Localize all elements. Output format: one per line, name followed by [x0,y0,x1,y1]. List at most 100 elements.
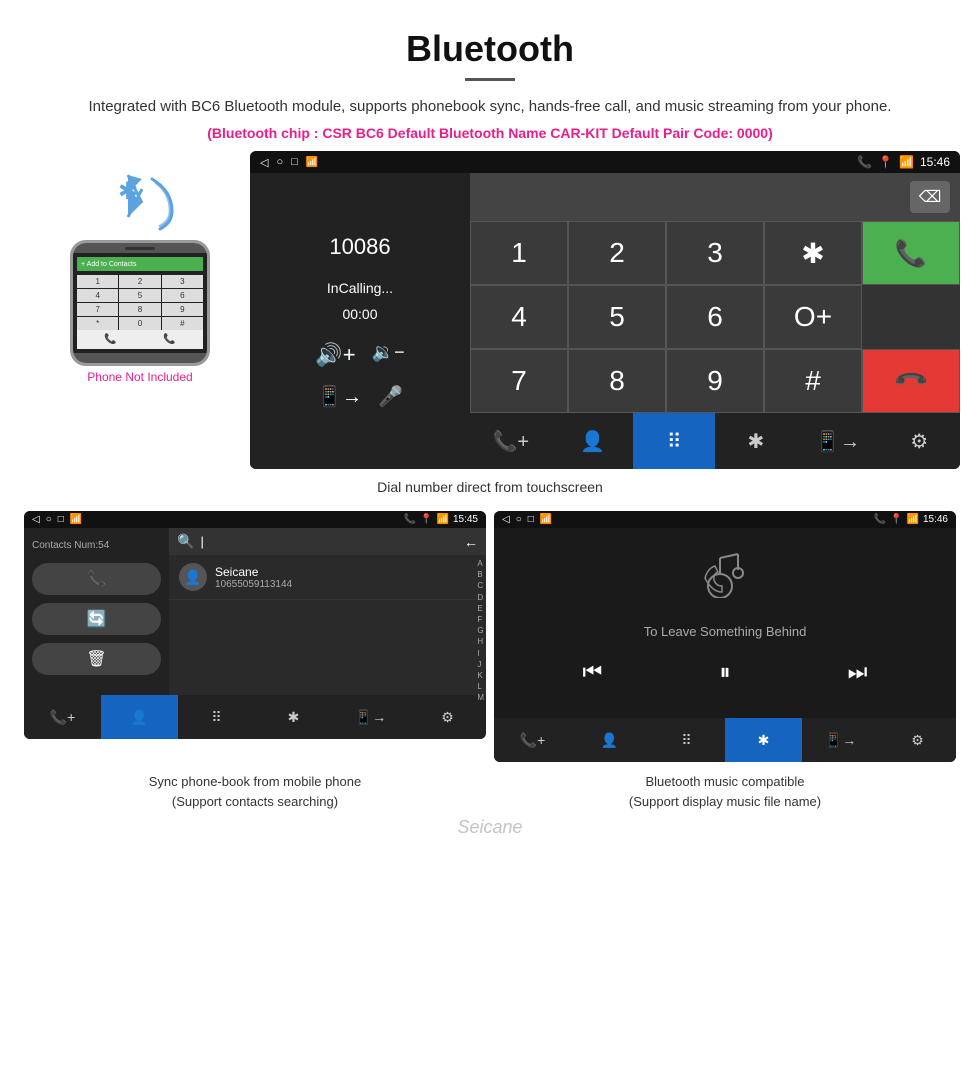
contacts-loc-icon: 📍 [420,514,432,525]
vol-down-btn[interactable]: 🔉− [372,342,405,368]
music-icon-area [700,548,750,608]
mnav-phonebook[interactable]: 📞+ [494,718,571,762]
cnav-settings[interactable]: ⚙ [409,695,486,739]
phone-not-included-label: Phone Not Included [30,370,250,384]
wifi-icon: 📶 [899,155,914,169]
dial-pad: ⌫ 1 2 3 ✱ 📞 4 [470,173,960,469]
nav-dial-btn[interactable]: ⠿ [633,413,715,469]
music-nav-bar: 📞+ 👤 ⠿ ✱ 📱→ ⚙ [494,718,956,762]
contacts-wifi-icon: 📶 [437,514,449,525]
prev-btn[interactable]: ⏮ [583,659,603,685]
key-4[interactable]: 4 [470,285,568,349]
watermark-text: Seicane [457,817,522,837]
key-4[interactable]: 4 [77,289,118,302]
phone-call-btn[interactable]: 📞 [104,334,116,345]
key-1[interactable]: 1 [470,221,568,285]
vol-up-btn[interactable]: 🔊+ [315,342,355,368]
next-btn[interactable]: ⏭ [848,659,868,685]
location-icon: 📍 [878,155,893,169]
phone-bottom-btns: 📞 📞 [77,330,203,349]
refresh-contacts-btn[interactable]: 🔄 [32,603,161,635]
cnav-contacts[interactable]: 👤 [101,695,178,739]
volume-controls: 🔊+ 🔉− [315,342,404,368]
calling-timer: 00:00 [342,306,377,322]
nav-phonebook-btn[interactable]: 📞+ [470,413,552,469]
main-android-screen: ◁ ○ □ 📶 📞 📍 📶 15:46 [250,151,960,469]
contacts-recents-icon: □ [58,514,64,525]
transfer-btn[interactable]: 📱→ [317,384,362,409]
page-title: Bluetooth [60,28,920,70]
nav-contacts-btn[interactable]: 👤 [552,413,634,469]
key-hash[interactable]: # [764,349,862,413]
key-5[interactable]: 5 [119,289,160,302]
cnav-phonebook[interactable]: 📞+ [24,695,101,739]
mnav-dial[interactable]: ⠿ [648,718,725,762]
nav-transfer-btn[interactable]: 📱→ [797,413,879,469]
contacts-home-icon: ○ [46,514,52,525]
status-left-icons: ◁ ○ □ 📶 [260,156,318,169]
key-star[interactable]: ✱ [764,221,862,285]
dial-key-grid: 1 2 3 ✱ 📞 4 5 6 O+ [470,221,960,413]
contacts-content: Contacts Num:54 📞 🔄 🗑 🔍 | ← [24,528,486,695]
nav-bluetooth-btn[interactable]: ✱ [715,413,797,469]
music-phone-icon [700,548,750,608]
contact-info: Seicane 10655059113144 [215,565,292,590]
key-2[interactable]: 2 [568,221,666,285]
key-0[interactable]: 0 [119,317,160,330]
play-pause-btn[interactable]: ⏸ [719,659,730,685]
key-3[interactable]: 3 [162,275,203,288]
music-caption: Bluetooth music compatible (Support disp… [494,772,956,811]
key-9[interactable]: 9 [666,349,764,413]
nav-settings-btn[interactable]: ⚙ [878,413,960,469]
call-red-btn[interactable]: 📞 [862,349,960,413]
call-green-btn[interactable]: 📞 [862,221,960,285]
contacts-caption-line2: (Support contacts searching) [24,792,486,812]
mnav-transfer[interactable]: 📱→ [802,718,879,762]
mnav-settings[interactable]: ⚙ [879,718,956,762]
contacts-android-screen: ◁ ○ □ 📶 📞 📍 📶 15:45 [24,511,486,739]
contact-phone: 10655059113144 [215,579,292,590]
mnav-bluetooth[interactable]: ✱ [725,718,802,762]
alpha-index: A B C D E F G H I J K L M [477,558,484,703]
search-bar: 🔍 | ← [169,528,486,555]
key-1[interactable]: 1 [77,275,118,288]
call-contact-btn[interactable]: 📞 [32,563,161,595]
backspace-btn[interactable]: ⌫ [910,181,950,213]
key-2[interactable]: 2 [119,275,160,288]
call-status-icon: 📞 [857,155,872,169]
divider [465,78,515,81]
delete-contact-btn[interactable]: 🗑 [32,643,161,675]
key-3[interactable]: 3 [666,221,764,285]
dial-action-btns: 📱→ 🎤 [317,384,403,409]
bottom-screens: ◁ ○ □ 📶 📞 📍 📶 15:45 [0,511,980,762]
key-8[interactable]: 8 [119,303,160,316]
music-call-icon: 📞 [874,514,886,525]
cnav-bluetooth[interactable]: ✱ [255,695,332,739]
main-status-bar: ◁ ○ □ 📶 📞 📍 📶 15:46 [250,151,960,173]
contact-item[interactable]: 👤 Seicane 10655059113144 [169,555,486,600]
key-star[interactable]: * [77,317,118,330]
search-back-icon[interactable]: ← [464,534,478,550]
contacts-back-icon: ◁ [32,514,40,525]
add-contacts-label: + Add to Contacts [81,261,136,268]
key-7[interactable]: 7 [470,349,568,413]
key-hash[interactable]: # [162,317,203,330]
phone-music-svg [700,548,750,598]
phone-end-btn[interactable]: 📞 [163,334,175,345]
cnav-dial[interactable]: ⠿ [178,695,255,739]
cnav-transfer[interactable]: 📱→ [332,695,409,739]
phone-mockup: + Add to Contacts 1 2 3 4 5 6 7 8 9 * 0 [70,240,210,366]
mic-btn[interactable]: 🎤 [378,384,403,409]
key-o-plus[interactable]: O+ [764,285,862,349]
key-8[interactable]: 8 [568,349,666,413]
key-6[interactable]: 6 [162,289,203,302]
mnav-contacts[interactable]: 👤 [571,718,648,762]
contacts-count: Contacts Num:54 [32,540,161,551]
phone-mockup-bar: + Add to Contacts [77,257,203,271]
key-5[interactable]: 5 [568,285,666,349]
svg-text:✱: ✱ [118,178,138,205]
key-6[interactable]: 6 [666,285,764,349]
dial-input-row: ⌫ [470,173,960,221]
key-7[interactable]: 7 [77,303,118,316]
key-9[interactable]: 9 [162,303,203,316]
